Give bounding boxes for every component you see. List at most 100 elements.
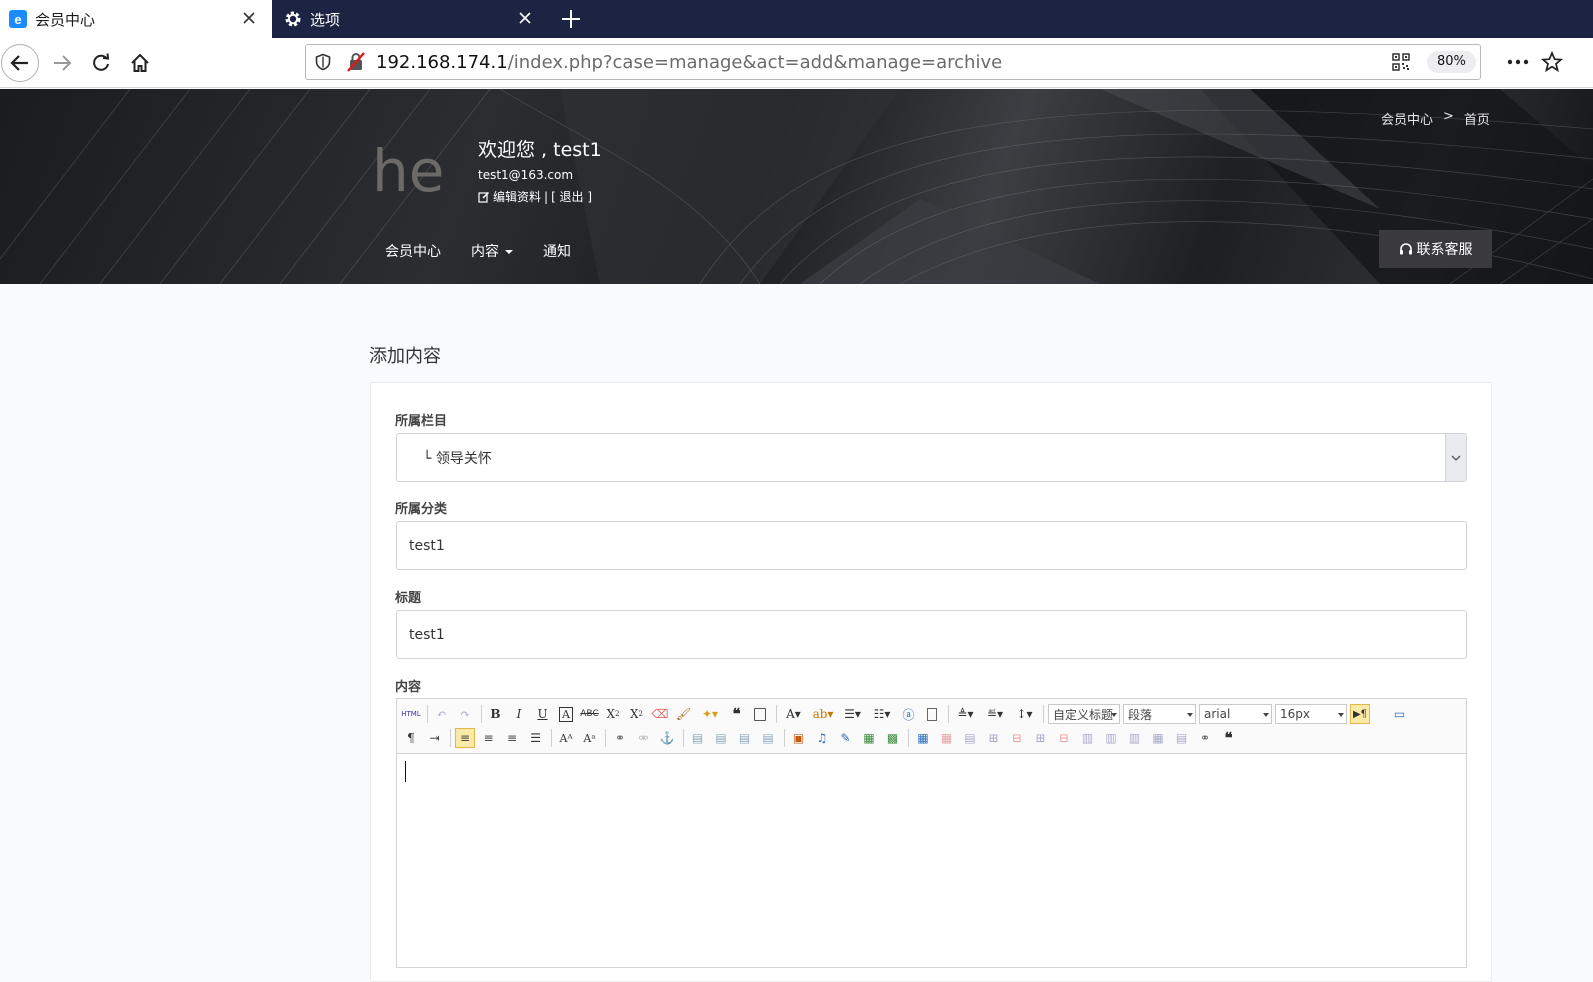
split-to-rows-icon[interactable]: ▤ [1172, 728, 1192, 748]
to-lowercase-icon[interactable]: Aᵃ [580, 728, 600, 748]
insecure-lock-icon[interactable] [346, 52, 366, 72]
nav-item-content[interactable]: 内容 [471, 241, 513, 261]
editor-toolbar: HTML ↶ ↷ B I U A ABC X2 X2 ⌫ 🖌 ✦▾ ❝ A▾ a… [397, 699, 1466, 754]
select-all-icon[interactable]: ⓐ [899, 704, 919, 724]
delete-table-icon[interactable]: ▦ [937, 728, 957, 748]
address-bar[interactable]: 192.168.174.1/index.php?case=manage&act=… [305, 44, 1481, 80]
remove-format-eraser-icon[interactable]: ⌫ [650, 704, 670, 724]
breadcrumb-separator: > [1443, 109, 1454, 124]
attachment-paperclip-icon[interactable]: ✎ [836, 728, 856, 748]
justify-center-icon[interactable]: ≡ [479, 728, 499, 748]
paragraph-direction-icon[interactable]: ¶ [401, 728, 421, 748]
direction-ltr-icon[interactable]: ▶¶ [1350, 704, 1370, 724]
font-family-select[interactable]: arial [1199, 704, 1272, 724]
image-none-icon[interactable]: ▤ [688, 728, 708, 748]
insert-music-icon[interactable]: ♫ [812, 728, 832, 748]
nav-item-notifications[interactable]: 通知 [543, 241, 571, 261]
underline-icon[interactable]: U [533, 704, 553, 724]
justify-left-icon[interactable]: ≡ [455, 728, 475, 748]
justify-full-icon[interactable]: ☰ [526, 728, 546, 748]
edit-profile-link[interactable]: 编辑资料 [493, 188, 541, 205]
home-button[interactable] [121, 44, 159, 82]
contact-service-button[interactable]: 联系客服 [1379, 230, 1492, 268]
merge-down-icon[interactable]: ▥ [1125, 728, 1145, 748]
ordered-list-icon[interactable]: ☰▾ [840, 704, 866, 724]
indent-icon[interactable]: ⇥ [425, 728, 445, 748]
redo-icon[interactable]: ↷ [455, 704, 475, 724]
more-actions-icon[interactable] [1505, 52, 1531, 72]
image-right-icon[interactable]: ▤ [735, 728, 755, 748]
tab-member-center[interactable]: e 会员中心 [0, 0, 272, 38]
link-icon[interactable]: ⚭ [610, 728, 630, 748]
paragraph-select[interactable]: 段落 [1123, 704, 1196, 724]
site-favicon-icon: e [9, 10, 27, 28]
dropdown-arrow-icon [1187, 713, 1193, 717]
title-input[interactable]: test1 [396, 610, 1467, 659]
new-tab-plus-icon[interactable] [560, 8, 582, 30]
row-spacing-bottom-icon[interactable]: ≝▾ [982, 704, 1008, 724]
blockquote-secondary-icon[interactable]: ❝ [1219, 728, 1239, 748]
fullscreen-monitor-icon[interactable]: ▭ [1390, 704, 1410, 724]
select-arrow-box[interactable] [1445, 434, 1466, 481]
blockquote-icon[interactable]: ❝ [727, 704, 747, 724]
undo-icon[interactable]: ↶ [432, 704, 452, 724]
format-painter-brush-icon[interactable]: 🖌 [674, 704, 694, 724]
font-color-icon[interactable]: A▾ [781, 704, 807, 724]
insert-column-icon[interactable]: ⊞ [1031, 728, 1051, 748]
font-size-select[interactable]: 16px [1275, 704, 1347, 724]
nav-item-member-center[interactable]: 会员中心 [385, 241, 441, 261]
split-to-cells-icon[interactable]: ▦ [1148, 728, 1168, 748]
auto-typeset-wand-icon[interactable]: ✦▾ [697, 704, 723, 724]
browser-tab-strip: e 会员中心 选项 [0, 0, 1593, 38]
user-email: test1@163.com [478, 168, 574, 182]
category-label: 所属栏目 [395, 414, 448, 429]
merge-right-icon[interactable]: ▥ [1101, 728, 1121, 748]
delete-column-icon[interactable]: ⊟ [1054, 728, 1074, 748]
close-tab-icon[interactable] [240, 9, 258, 27]
zoom-level-badge[interactable]: 80% [1427, 51, 1476, 73]
row-spacing-top-icon[interactable]: ≜▾ [953, 704, 979, 724]
bold-icon[interactable]: B [486, 704, 506, 724]
insert-table-icon[interactable]: ▦ [913, 728, 933, 748]
insert-map-icon[interactable]: ▦ [859, 728, 879, 748]
image-center-icon[interactable]: ▤ [758, 728, 778, 748]
bookmark-star-icon[interactable] [1541, 51, 1563, 73]
image-left-icon[interactable]: ▤ [711, 728, 731, 748]
site-logo[interactable]: hea [372, 137, 442, 205]
italic-icon[interactable]: I [509, 704, 529, 724]
type-input[interactable]: test1 [396, 521, 1467, 570]
line-height-icon[interactable]: ↕▾ [1012, 704, 1038, 724]
justify-right-icon[interactable]: ≡ [502, 728, 522, 748]
breadcrumb-member-center[interactable]: 会员中心 [1381, 109, 1433, 128]
clear-document-icon[interactable] [922, 704, 942, 724]
paste-plain-icon[interactable] [750, 704, 770, 724]
reload-button[interactable] [82, 44, 120, 82]
charts-link-icon[interactable]: ⚭ [1195, 728, 1215, 748]
tab-options[interactable]: 选项 [272, 0, 548, 38]
background-color-icon[interactable]: ab▾ [810, 704, 836, 724]
back-button[interactable] [1, 44, 39, 82]
shield-icon[interactable] [314, 53, 332, 71]
strikethrough-icon[interactable]: ABC [580, 704, 600, 724]
superscript-icon[interactable]: X2 [603, 704, 623, 724]
unordered-list-icon[interactable]: ☷▾ [869, 704, 895, 724]
insert-frame-icon[interactable]: ▩ [883, 728, 903, 748]
category-select[interactable]: └ 领导关怀 [396, 433, 1467, 482]
qr-code-icon[interactable] [1392, 53, 1410, 71]
insert-row-icon[interactable]: ⊞ [984, 728, 1004, 748]
breadcrumb-home[interactable]: 首页 [1464, 109, 1490, 128]
source-html-button[interactable]: HTML [401, 704, 421, 724]
logout-link[interactable]: [ 退出 ] [551, 188, 592, 205]
subscript-icon[interactable]: X2 [627, 704, 647, 724]
forward-button[interactable] [43, 44, 81, 82]
anchor-icon[interactable]: ⚓ [657, 728, 677, 748]
merge-cells-icon[interactable]: ▥ [1078, 728, 1098, 748]
custom-heading-select[interactable]: 自定义标题 [1048, 704, 1120, 724]
font-border-icon[interactable]: A [556, 704, 576, 724]
delete-row-icon[interactable]: ⊟ [1007, 728, 1027, 748]
insert-paragraph-before-table-icon[interactable]: ▤ [960, 728, 980, 748]
simple-upload-image-icon[interactable]: ▣ [789, 728, 809, 748]
unlink-icon[interactable]: ⚮ [634, 728, 654, 748]
to-uppercase-icon[interactable]: Aᴬ [556, 728, 576, 748]
close-tab-icon[interactable] [516, 9, 534, 27]
